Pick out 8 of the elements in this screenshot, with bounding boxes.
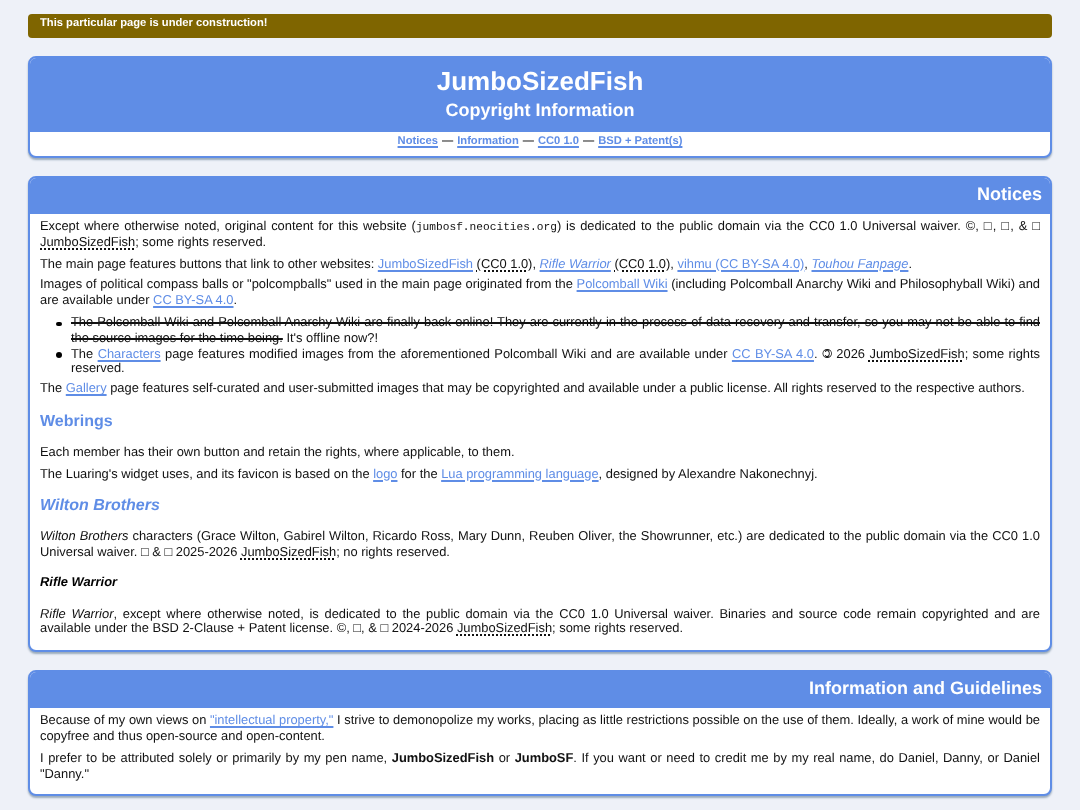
section-heading: Webrings — [40, 413, 115, 430]
page-subtitle: Copyright Information — [443, 98, 637, 124]
bullet-icon — [56, 352, 61, 358]
section-heading: Wilton Brothers — [40, 498, 162, 515]
bullet-icon — [56, 321, 61, 327]
section-title: Information and Guidelines — [808, 682, 1042, 699]
section-title: Notices — [976, 188, 1042, 204]
site-title: JumboSizedFish — [434, 64, 646, 98]
